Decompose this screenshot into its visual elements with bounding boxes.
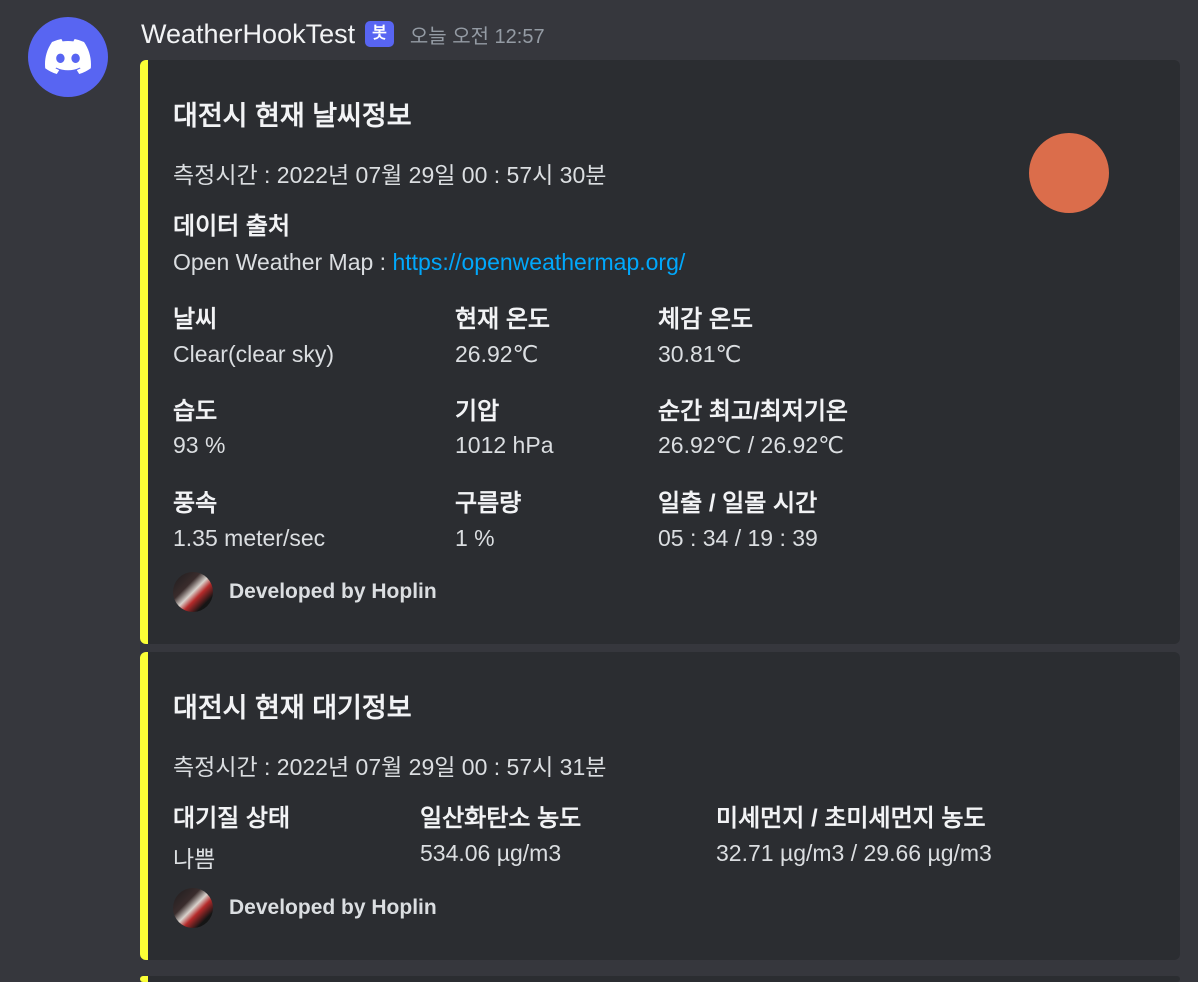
air-quality-embed: 대전시 현재 대기정보 측정시간 : 2022년 07월 29일 00 : 57… [140,652,1180,960]
embed-source-title: 데이터 출처 [173,213,291,240]
field-value-current-temp: 26.92℃ [455,341,539,367]
next-embed-partial [140,976,1180,982]
embed-measured-time: 측정시간 : 2022년 07월 29일 00 : 57시 31분 [173,754,607,780]
field-name-weather: 날씨 [173,306,218,333]
field-value-pressure: 1012 hPa [455,432,554,458]
source-link[interactable]: https://openweathermap.org/ [392,249,685,275]
bot-avatar[interactable] [28,17,108,97]
footer-text: Developed by Hoplin [229,896,437,919]
field-value-wind-speed: 1.35 meter/sec [173,525,326,551]
field-value-weather: Clear(clear sky) [173,341,335,367]
embed-footer: Developed by Hoplin [173,572,437,612]
field-name-humidity: 습도 [173,398,218,425]
embed-title: 대전시 현재 대기정보 [173,693,412,723]
message-header: WeatherHookTest 봇 오늘 오전 12:57 [141,15,545,53]
field-value-cloudiness: 1 % [455,525,495,551]
field-name-max-min-temp: 순간 최고/최저기온 [658,398,848,425]
field-value-humidity: 93 % [173,432,226,458]
field-name-sunrise-sunset: 일출 / 일몰 시간 [658,490,818,517]
field-name-feels-like: 체감 온도 [658,306,753,333]
field-value-sunrise-sunset: 05 : 34 / 19 : 39 [658,525,818,551]
message-timestamp[interactable]: 오늘 오전 12:57 [410,20,545,49]
username[interactable]: WeatherHookTest [141,19,355,50]
field-value-fine-dust: 32.71 µg/m3 / 29.66 µg/m3 [716,840,992,866]
field-value-carbon-monoxide: 534.06 µg/m3 [420,840,562,866]
footer-avatar [173,888,213,928]
field-name-fine-dust: 미세먼지 / 초미세먼지 농도 [716,805,986,832]
field-name-cloudiness: 구름량 [455,490,522,517]
field-value-feels-like: 30.81℃ [658,341,742,367]
footer-text: Developed by Hoplin [229,580,437,603]
field-name-current-temp: 현재 온도 [455,306,550,333]
weather-embed: 대전시 현재 날씨정보 측정시간 : 2022년 07월 29일 00 : 57… [140,60,1180,644]
field-name-carbon-monoxide: 일산화탄소 농도 [420,805,582,832]
field-value-air-quality: 나쁨 [173,846,216,872]
embed-title: 대전시 현재 날씨정보 [173,101,412,131]
footer-avatar [173,572,213,612]
source-text: Open Weather Map : [173,249,393,275]
discord-logo-icon [45,39,91,74]
embed-measured-time: 측정시간 : 2022년 07월 29일 00 : 57시 30분 [173,162,607,188]
embed-accent-bar [140,60,148,644]
embed-source-line: Open Weather Map : https://openweatherma… [173,249,685,276]
field-name-wind-speed: 풍속 [173,490,218,517]
field-value-max-min-temp: 26.92℃ / 26.92℃ [658,432,844,458]
embed-accent-bar [140,652,148,960]
embed-footer: Developed by Hoplin [173,888,437,928]
bot-tag: 봇 [365,21,394,47]
embed-accent-bar [140,976,148,982]
field-name-air-quality: 대기질 상태 [173,805,291,832]
field-name-pressure: 기압 [455,398,500,425]
